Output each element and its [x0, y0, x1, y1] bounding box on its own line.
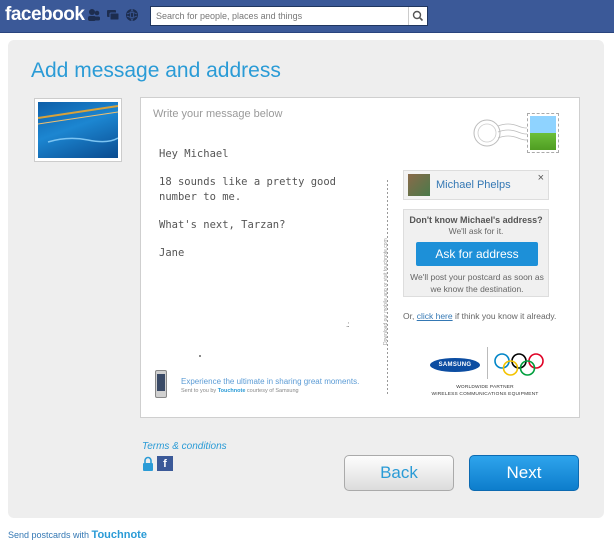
message-textarea[interactable]: Hey Michael 18 sounds like a pretty good… — [159, 147, 359, 274]
swimming-photo — [38, 102, 118, 158]
photo-thumbnail[interactable] — [34, 98, 122, 162]
promo-sub-suffix: courtesy of Samsung — [245, 388, 299, 394]
messages-icon[interactable] — [106, 8, 120, 22]
page-title: Add message and address — [31, 59, 281, 82]
avatar — [408, 174, 430, 196]
touchnote-logo: Touchnote — [91, 529, 147, 541]
stamp-icon — [527, 113, 559, 153]
ask-for-address-button[interactable]: Ask for address — [416, 242, 538, 266]
promo-subtext: Sent to you by Touchnote courtesy of Sam… — [181, 388, 299, 394]
olympic-rings-icon — [494, 353, 544, 376]
address-box: Don't know Michael's address? We'll ask … — [403, 209, 549, 297]
phone-icon — [155, 370, 167, 398]
enter-address-line: Or, click here if think you know it alre… — [403, 311, 556, 321]
message-line: 18 sounds like a pretty good number to m… — [159, 176, 337, 203]
terms-link[interactable]: Terms & conditions — [142, 441, 227, 452]
address-note: We'll post your postcard as soon as we k… — [410, 272, 544, 294]
or-suffix: if think you know it already. — [452, 311, 557, 321]
facebook-header: facebook Search for people, places and t… — [0, 0, 614, 33]
recipient-chip[interactable]: Michael Phelps × — [403, 170, 549, 200]
facebook-icon: f — [157, 456, 173, 471]
promo-headline: Experience the ultimate in sharing great… — [181, 377, 360, 386]
search-button[interactable] — [408, 7, 427, 25]
postmark-icon — [473, 119, 530, 147]
divider-text: Download our mobile app or visit touchno… — [383, 238, 389, 345]
promo-brand: Touchnote — [217, 388, 246, 394]
search-icon — [412, 10, 424, 22]
sponsor-separator — [487, 347, 488, 379]
back-button[interactable]: Back — [344, 455, 454, 491]
promo-sub-prefix: Sent to you by — [181, 388, 218, 394]
message-line: What's next, Tarzan? — [159, 219, 286, 231]
notifications-icon[interactable] — [125, 8, 139, 22]
next-button[interactable]: Next — [469, 455, 579, 491]
or-prefix: Or, — [403, 311, 417, 321]
close-icon[interactable]: × — [538, 172, 544, 184]
message-line: Hey Michael — [159, 148, 229, 160]
click-here-link[interactable]: click here — [417, 311, 453, 321]
facebook-logo[interactable]: facebook — [5, 4, 85, 26]
text-cursor — [199, 355, 201, 357]
sponsor-text: WORLDWIDE PARTNER WIRELESS COMMUNICATION… — [420, 384, 550, 398]
search-input[interactable]: Search for people, places and things — [156, 11, 302, 21]
message-line: Jane — [159, 247, 185, 259]
sponsor-line-2: WIRELESS COMMUNICATIONS EQUIPMENT — [431, 392, 539, 397]
address-question: Don't know Michael's address? — [409, 215, 543, 225]
search-bar[interactable]: Search for people, places and things — [150, 6, 428, 26]
footer-link[interactable]: Send postcards with Touchnote — [8, 529, 147, 541]
footer-prefix: Send postcards with — [8, 530, 92, 540]
friend-requests-icon[interactable] — [87, 8, 101, 22]
samsung-logo: SAMSUNG — [430, 358, 480, 372]
lock-icon — [143, 456, 153, 471]
address-subtext: We'll ask for it. — [448, 226, 504, 236]
sponsor-line-1: WORLDWIDE PARTNER — [456, 385, 514, 390]
resize-handle[interactable]: .: — [346, 320, 350, 329]
recipient-name[interactable]: Michael Phelps — [436, 179, 511, 191]
message-placeholder: Write your message below — [153, 108, 283, 120]
